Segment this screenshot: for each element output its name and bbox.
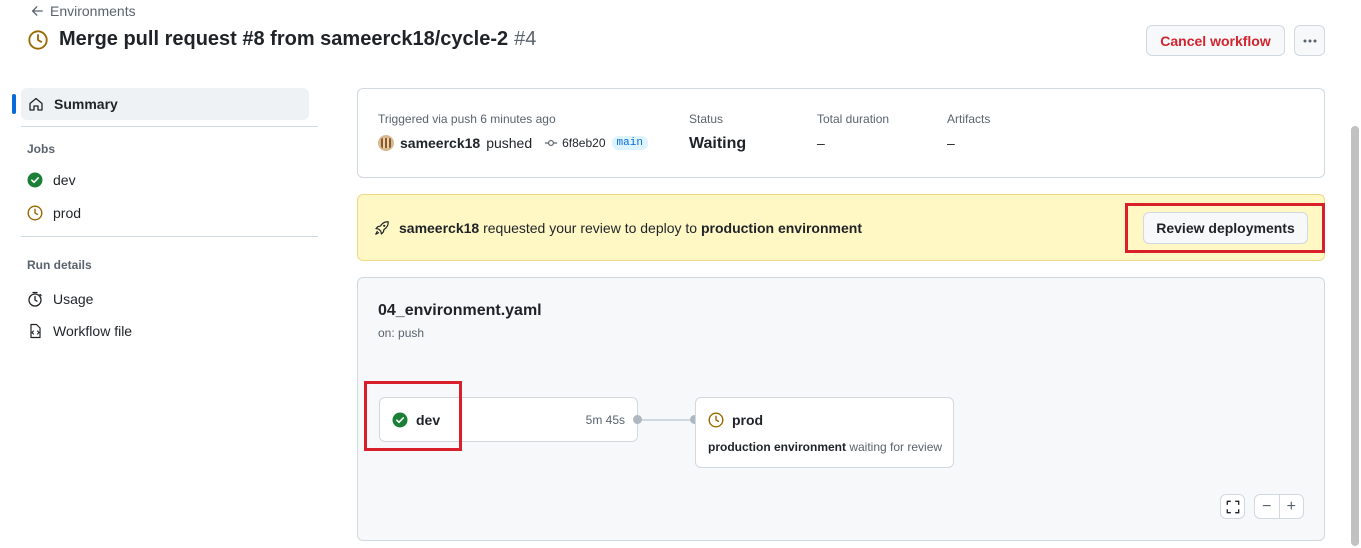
zoom-in-button[interactable]: + <box>1280 495 1304 518</box>
banner-environment: production environment <box>700 219 862 236</box>
actor-link[interactable]: sameerck18 <box>400 135 480 151</box>
banner-user[interactable]: sameerck18 <box>399 220 479 236</box>
sidebar-item-label: prod <box>53 205 82 221</box>
artifacts-label: Artifacts <box>947 112 991 126</box>
sidebar-item-workflow-file[interactable]: Workflow file <box>12 315 318 347</box>
sidebar-item-label: dev <box>53 172 76 188</box>
check-circle-fill-icon <box>27 172 43 188</box>
status-value: Waiting <box>689 135 747 152</box>
workflow-trigger: on: push <box>378 326 425 340</box>
job-name: prod <box>732 412 764 428</box>
job-waiting-status: production environment waiting for revie… <box>708 440 942 454</box>
banner-text-mid: requested your review to deploy to <box>483 219 698 236</box>
job-node-prod[interactable]: prod production environment waiting for … <box>695 397 954 468</box>
trigger-label: Triggered via push 6 minutes ago <box>378 112 556 126</box>
clock-icon <box>27 29 49 51</box>
sidebar-item-prod[interactable]: prod <box>12 197 318 229</box>
sidebar-item-label: Summary <box>54 96 118 112</box>
active-indicator <box>12 94 16 114</box>
dev-node-highlight <box>364 381 462 451</box>
banner-message: sameerck18 requested your review to depl… <box>399 220 862 236</box>
sidebar-divider <box>21 236 318 237</box>
job-node-header: prod <box>708 412 763 428</box>
home-icon <box>29 97 43 111</box>
job-duration: 5m 45s <box>585 413 625 427</box>
job-waiting-text: waiting for review <box>849 440 943 454</box>
connector-dot <box>633 415 642 424</box>
run-number: #4 <box>514 28 537 50</box>
page-title-row: Merge pull request #8 from sameerck18/cy… <box>27 28 536 51</box>
rocket-icon <box>375 220 389 235</box>
job-connector <box>638 419 695 421</box>
sidebar: Summary Jobs dev prod Run details Usage … <box>12 85 318 347</box>
workflow-graph: 04_environment.yaml on: push dev 5m 45s … <box>357 277 1325 541</box>
status-label: Status <box>689 112 724 126</box>
page-title: Merge pull request #8 from sameerck18/cy… <box>59 28 536 51</box>
trigger-details: sameerck18 pushed 6f8eb20 main <box>378 135 648 151</box>
more-options-button[interactable] <box>1294 25 1325 56</box>
job-environment: production environment <box>708 440 846 454</box>
sidebar-divider <box>21 126 318 127</box>
stopwatch-icon <box>28 291 42 307</box>
run-summary-card: Triggered via push 6 minutes ago sameerc… <box>357 88 1325 178</box>
branch-badge[interactable]: main <box>611 136 648 150</box>
run-title: Merge pull request #8 from sameerck18/cy… <box>59 28 509 50</box>
zoom-out-button[interactable]: − <box>1255 495 1280 518</box>
commit-sha: 6f8eb20 <box>562 136 606 150</box>
file-code-icon <box>30 323 41 339</box>
kebab-horizontal-icon <box>1303 39 1316 42</box>
commit-link[interactable]: 6f8eb20 <box>544 136 606 150</box>
clock-icon <box>27 205 43 221</box>
screen-full-icon <box>1226 500 1239 513</box>
sidebar-item-usage[interactable]: Usage <box>12 283 318 315</box>
push-action: pushed <box>486 135 533 151</box>
fullscreen-button[interactable] <box>1220 494 1245 519</box>
sidebar-item-dev[interactable]: dev <box>12 164 318 196</box>
sidebar-item-summary[interactable]: Summary <box>12 88 309 120</box>
avatar[interactable] <box>378 135 394 151</box>
run-details-heading: Run details <box>27 258 92 272</box>
workflow-name: 04_environment.yaml <box>378 302 542 319</box>
zoom-controls: − + <box>1254 494 1304 519</box>
review-deployments-button[interactable]: Review deployments <box>1143 212 1308 244</box>
sidebar-item-label: Usage <box>53 291 94 307</box>
clock-icon <box>708 412 724 428</box>
artifacts-value: – <box>947 135 955 151</box>
back-link-label: Environments <box>50 3 136 19</box>
duration-label: Total duration <box>817 112 890 126</box>
cancel-workflow-button[interactable]: Cancel workflow <box>1146 25 1285 56</box>
duration-value: – <box>817 135 825 151</box>
back-to-environments-link[interactable]: Environments <box>30 3 136 19</box>
jobs-heading: Jobs <box>27 142 56 156</box>
page-scrollbar[interactable] <box>1351 126 1359 546</box>
sidebar-item-label: Workflow file <box>53 323 133 339</box>
git-commit-icon <box>545 139 558 147</box>
arrow-left-icon <box>31 6 43 16</box>
